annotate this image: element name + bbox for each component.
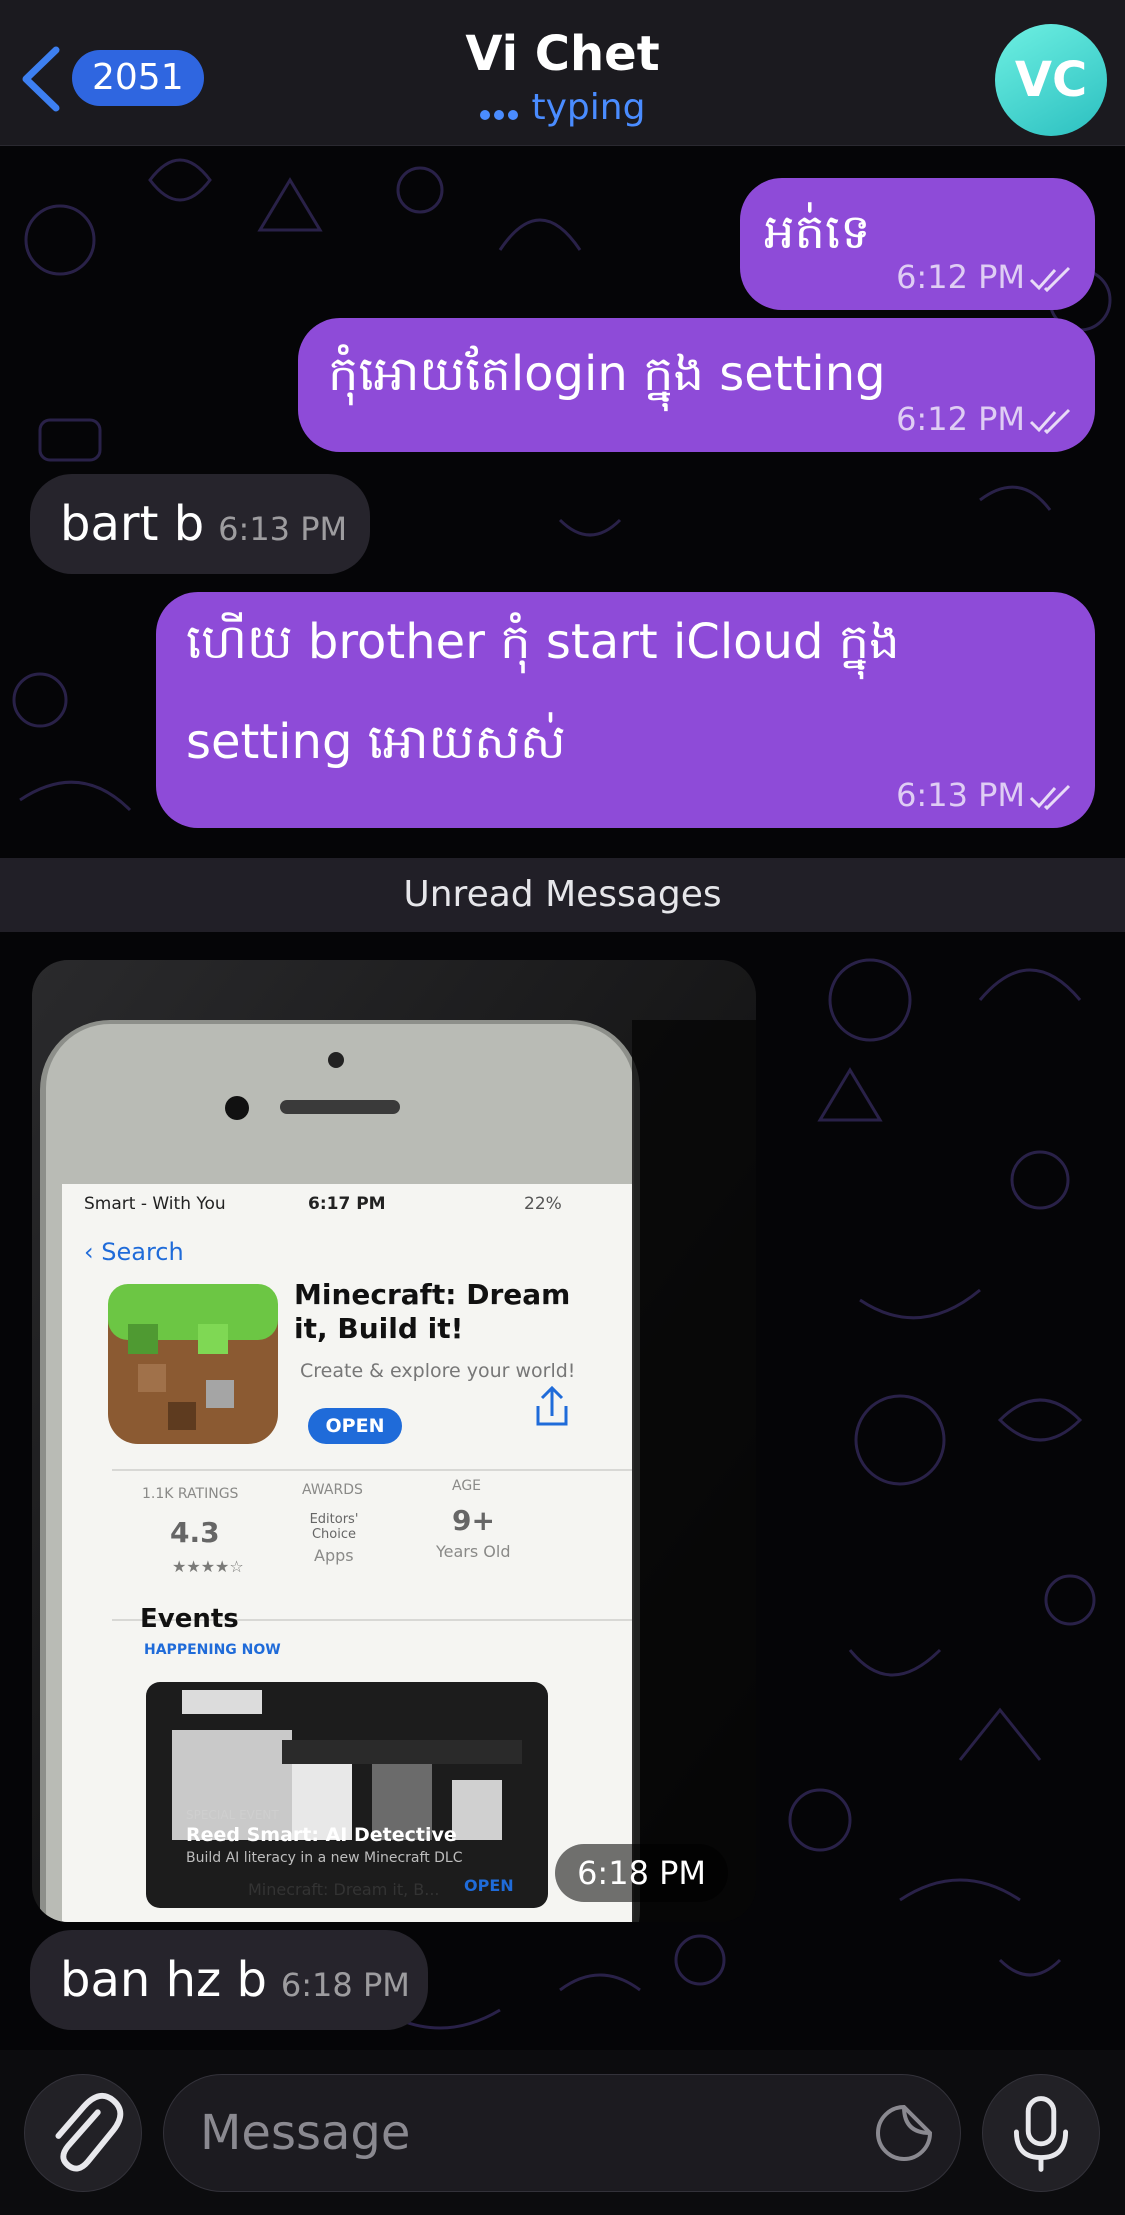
message-outgoing[interactable]: អត់ទេ 6:12 PM — [740, 178, 1095, 310]
photo-award-value: Editors' Choice — [309, 1512, 359, 1542]
photo-age-value: 9+ — [452, 1504, 495, 1537]
voice-record-button[interactable] — [982, 2074, 1100, 2192]
message-time: 6:13 PM — [218, 510, 348, 548]
photo-special-event: SPECIAL EVENT — [186, 1808, 279, 1822]
double-check-icon — [1029, 266, 1071, 292]
photo-open-button: OPEN — [325, 1415, 385, 1437]
photo-status-carrier: Smart - With You — [84, 1194, 226, 1214]
message-input-bar: Message — [0, 2050, 1125, 2215]
typing-status-label: typing — [531, 87, 646, 128]
photo-event-subtitle: Build AI literacy in a new Minecraft DLC — [186, 1850, 463, 1866]
message-time: 6:13 PM — [896, 776, 1025, 814]
message-text: កុំអោយតែlogin ក្នុង setting — [328, 346, 886, 402]
message-incoming[interactable]: ban hz b 6:18 PM — [30, 1930, 428, 2030]
message-outgoing[interactable]: កុំអោយតែlogin ក្នុង setting 6:12 PM — [298, 318, 1095, 452]
double-check-icon — [1029, 408, 1071, 434]
typing-status: typing — [0, 86, 1125, 131]
message-text: bart b — [60, 496, 205, 552]
chat-area: 2051 Vi Chet typing VC អត់ទេ 6:12 PM កុំ… — [0, 0, 1125, 2215]
photo-events-title: Events — [140, 1604, 239, 1634]
chat-title: Vi Chet — [465, 26, 660, 82]
typing-dots-icon — [479, 87, 522, 131]
photo-awards-label: AWARDS — [302, 1482, 363, 1498]
message-time: 6:18 PM — [280, 1966, 410, 2004]
message-time: 6:12 PM — [896, 258, 1025, 296]
message-placeholder: Message — [200, 2105, 411, 2161]
photo-message[interactable]: ★★★★☆ Smart - With You 6:17 PM 22% ‹ Sea… — [32, 960, 756, 1922]
chat-header: 2051 Vi Chet typing VC — [0, 0, 1125, 146]
photo-age-sub: Years Old — [436, 1542, 511, 1561]
message-outgoing[interactable]: ហើយ brother កុំ start iCloud ក្នុង setti… — [156, 592, 1095, 828]
photo-status-clock: 6:17 PM — [308, 1194, 386, 1214]
photo-app-name: Minecraft: Dream it, Build it! — [294, 1278, 571, 1345]
message-incoming[interactable]: bart b 6:13 PM — [30, 474, 370, 574]
message-time: 6:18 PM — [555, 1844, 728, 1902]
photo-back-search: ‹ Search — [84, 1238, 184, 1266]
photo-back-label: Search — [101, 1238, 184, 1266]
avatar[interactable]: VC — [995, 24, 1107, 136]
message-input[interactable]: Message — [163, 2074, 961, 2192]
message-text: ban hz b — [60, 1952, 267, 2008]
paperclip-icon — [55, 2092, 124, 2172]
microphone-icon — [1013, 2096, 1069, 2172]
sticker-icon[interactable] — [874, 2103, 934, 2163]
photo-app-subtitle: Create & explore your world! — [300, 1360, 576, 1382]
photo-happening-now: HAPPENING NOW — [144, 1642, 281, 1658]
photo-status-battery: 22% — [524, 1194, 562, 1214]
message-time: 6:12 PM — [896, 400, 1025, 438]
photo-age-label: AGE — [452, 1478, 482, 1494]
photo-event-title: Reed Smart: AI Detective — [186, 1824, 457, 1846]
photo-rating-value: 4.3 — [170, 1516, 220, 1549]
photo-ratings-label: 1.1K RATINGS — [142, 1486, 239, 1502]
unread-messages-separator: Unread Messages — [0, 858, 1125, 932]
chat-title-block[interactable]: Vi Chet typing — [0, 24, 1125, 131]
double-check-icon — [1029, 784, 1071, 810]
photo-footer-open: OPEN — [464, 1876, 514, 1895]
photo-footer-app: Minecraft: Dream it, B... — [248, 1880, 440, 1899]
svg-text:★★★★☆: ★★★★☆ — [172, 1557, 244, 1576]
message-text: ហើយ brother កុំ start iCloud ក្នុង setti… — [186, 614, 900, 770]
photo-award-sub: Apps — [314, 1546, 354, 1565]
attach-button[interactable] — [24, 2074, 142, 2192]
message-text: អត់ទេ — [764, 204, 871, 260]
